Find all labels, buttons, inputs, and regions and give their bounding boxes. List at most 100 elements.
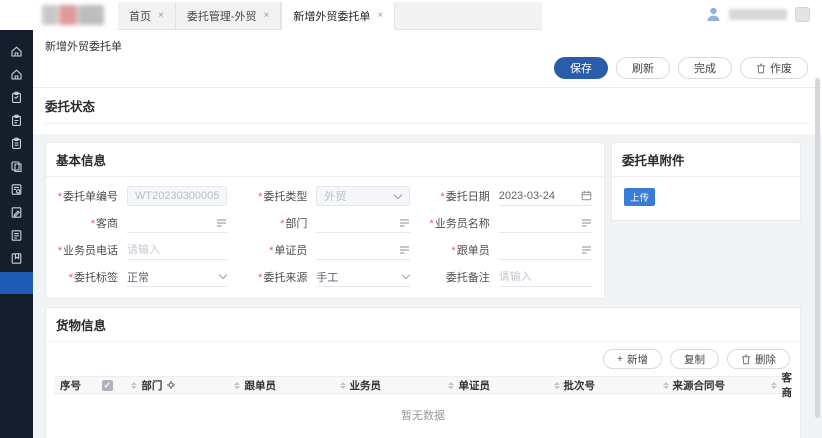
field-consign-source: *委托来源 手工 (237, 267, 409, 287)
sidebar-item-contracts[interactable] (0, 178, 33, 201)
field-customer: *客商 (48, 213, 227, 233)
lookup-list-icon (216, 218, 227, 228)
chevron-down-icon (401, 271, 409, 279)
copy-row-button[interactable]: 复制 (670, 349, 719, 369)
close-icon[interactable]: × (158, 11, 164, 21)
home-icon (10, 68, 23, 81)
column-settings-gear-icon[interactable] (166, 380, 176, 390)
sidebar-item-home[interactable] (0, 40, 33, 63)
tab-label: 委托管理-外贸 (187, 8, 257, 24)
copy-icon (10, 160, 23, 173)
doc-clerk-lookup[interactable] (316, 240, 409, 260)
complete-button[interactable]: 完成 (678, 57, 732, 79)
sidebar-nav (0, 30, 33, 438)
sort-icon[interactable] (234, 382, 240, 389)
plus-icon: + (617, 353, 623, 365)
order-no-input-disabled: WT20230300005 (127, 186, 227, 206)
clipboard-icon (10, 91, 23, 104)
close-icon[interactable]: × (377, 11, 383, 21)
field-consign-remark: *委托备注 (420, 267, 592, 287)
field-consign-tag: *委托标签 正常 (48, 267, 227, 287)
calendar-icon (581, 190, 592, 201)
refresh-button[interactable]: 刷新 (616, 57, 670, 79)
sort-icon[interactable] (554, 382, 560, 389)
sort-icon[interactable] (663, 382, 669, 389)
section-title: 委托单附件 (612, 143, 800, 177)
consign-tag-select[interactable]: 正常 (127, 267, 227, 287)
goods-toolbar: +新增 复制 删除 (46, 342, 800, 376)
section-basic-info: 基本信息 *委托单编号 WT20230300005 *委托类型 外贸 *委托日期 (45, 142, 605, 299)
sort-icon[interactable] (340, 382, 346, 389)
sidebar-item-archive[interactable] (0, 247, 33, 270)
add-row-button[interactable]: +新增 (603, 349, 662, 369)
avatar-icon[interactable] (706, 6, 721, 22)
tab-consign-management[interactable]: 委托管理-外贸 × (176, 2, 282, 30)
file-lines-icon (10, 229, 23, 242)
sidebar-item-orders[interactable] (0, 155, 33, 178)
username-blurred[interactable] (729, 9, 787, 20)
vertical-scrollbar[interactable] (815, 78, 820, 418)
tab-strip: 首页 × 委托管理-外贸 × 新增外贸委托单 × (118, 2, 542, 30)
lookup-list-icon (399, 218, 410, 228)
department-lookup[interactable] (316, 213, 409, 233)
sidebar-item-consign-2[interactable] (0, 109, 33, 132)
customer-lookup[interactable] (127, 213, 227, 233)
sidebar-item-records[interactable] (0, 201, 33, 224)
section-title: 基本信息 (46, 143, 604, 177)
section-attachments: 委托单附件 上传 (611, 142, 801, 221)
column-doc-clerk[interactable]: 单证员 (442, 378, 547, 393)
lookup-list-icon (581, 218, 592, 228)
required-mark: * (258, 272, 262, 284)
consign-source-select[interactable]: 手工 (316, 267, 409, 287)
column-department[interactable]: 部门 (125, 378, 228, 393)
basic-info-form: *委托单编号 WT20230300005 *委托类型 外贸 *委托日期 2023… (46, 177, 604, 298)
field-salesman-phone: *业务员电话 (48, 240, 227, 260)
sort-icon[interactable] (131, 382, 137, 389)
tab-new-foreign-trade-consignment[interactable]: 新增外贸委托单 × (281, 2, 395, 30)
bookmark-icon (10, 252, 23, 265)
sidebar-item-statements[interactable] (0, 224, 33, 247)
salesman-phone-input[interactable] (127, 244, 227, 256)
sidebar-item-consign-3[interactable] (0, 132, 33, 155)
merchandiser-lookup[interactable] (499, 240, 592, 260)
salesman-lookup[interactable] (499, 213, 592, 233)
column-batch-no[interactable]: 批次号 (548, 378, 657, 393)
consign-date-input[interactable]: 2023-03-24 (499, 186, 592, 206)
sidebar-item-active[interactable] (0, 272, 33, 294)
app-menu-icon[interactable] (795, 7, 810, 22)
delete-row-button[interactable]: 删除 (727, 349, 790, 369)
form-body: 基本信息 *委托单编号 WT20230300005 *委托类型 外贸 *委托日期 (33, 134, 822, 438)
sort-icon[interactable] (448, 382, 454, 389)
clipboard-icon (10, 114, 23, 127)
file-gear-icon (10, 183, 23, 196)
required-mark: * (58, 191, 62, 203)
close-icon[interactable]: × (264, 11, 270, 21)
sidebar-item-workbench[interactable] (0, 63, 33, 86)
column-customer[interactable]: 客商 (765, 370, 792, 400)
required-mark: * (258, 191, 262, 203)
select-all-checkbox[interactable]: ✓ (96, 380, 126, 391)
page-header: 新增外贸委托单 保存 刷新 完成 作废 (33, 30, 822, 88)
field-doc-clerk: *单证员 (237, 240, 409, 260)
upload-button[interactable]: 上传 (624, 188, 655, 206)
column-salesman[interactable]: 业务员 (334, 378, 443, 393)
lookup-list-icon (399, 245, 410, 255)
app-window: 首页 × 委托管理-外贸 × 新增外贸委托单 × (0, 0, 822, 438)
sidebar-item-consign-1[interactable] (0, 86, 33, 109)
tab-home[interactable]: 首页 × (118, 2, 176, 30)
consign-remark-input[interactable] (499, 271, 592, 283)
required-mark: * (429, 218, 433, 230)
main-content: 新增外贸委托单 保存 刷新 完成 作废 委托状态 基本信息 (33, 30, 822, 438)
trash-icon (741, 354, 751, 365)
field-department: *部门 (237, 213, 409, 233)
column-source-contract-no[interactable]: 来源合同号 (657, 378, 766, 393)
tab-label: 新增外贸委托单 (293, 8, 370, 24)
empty-table-message: 暂无数据 (46, 394, 800, 438)
column-merchandiser[interactable]: 跟单员 (228, 378, 333, 393)
section-title: 委托状态 (45, 96, 810, 124)
void-button[interactable]: 作废 (740, 57, 808, 79)
sort-icon[interactable] (771, 382, 777, 389)
save-button[interactable]: 保存 (554, 57, 608, 79)
trash-icon (756, 63, 766, 74)
app-logo-blurred (42, 5, 106, 25)
